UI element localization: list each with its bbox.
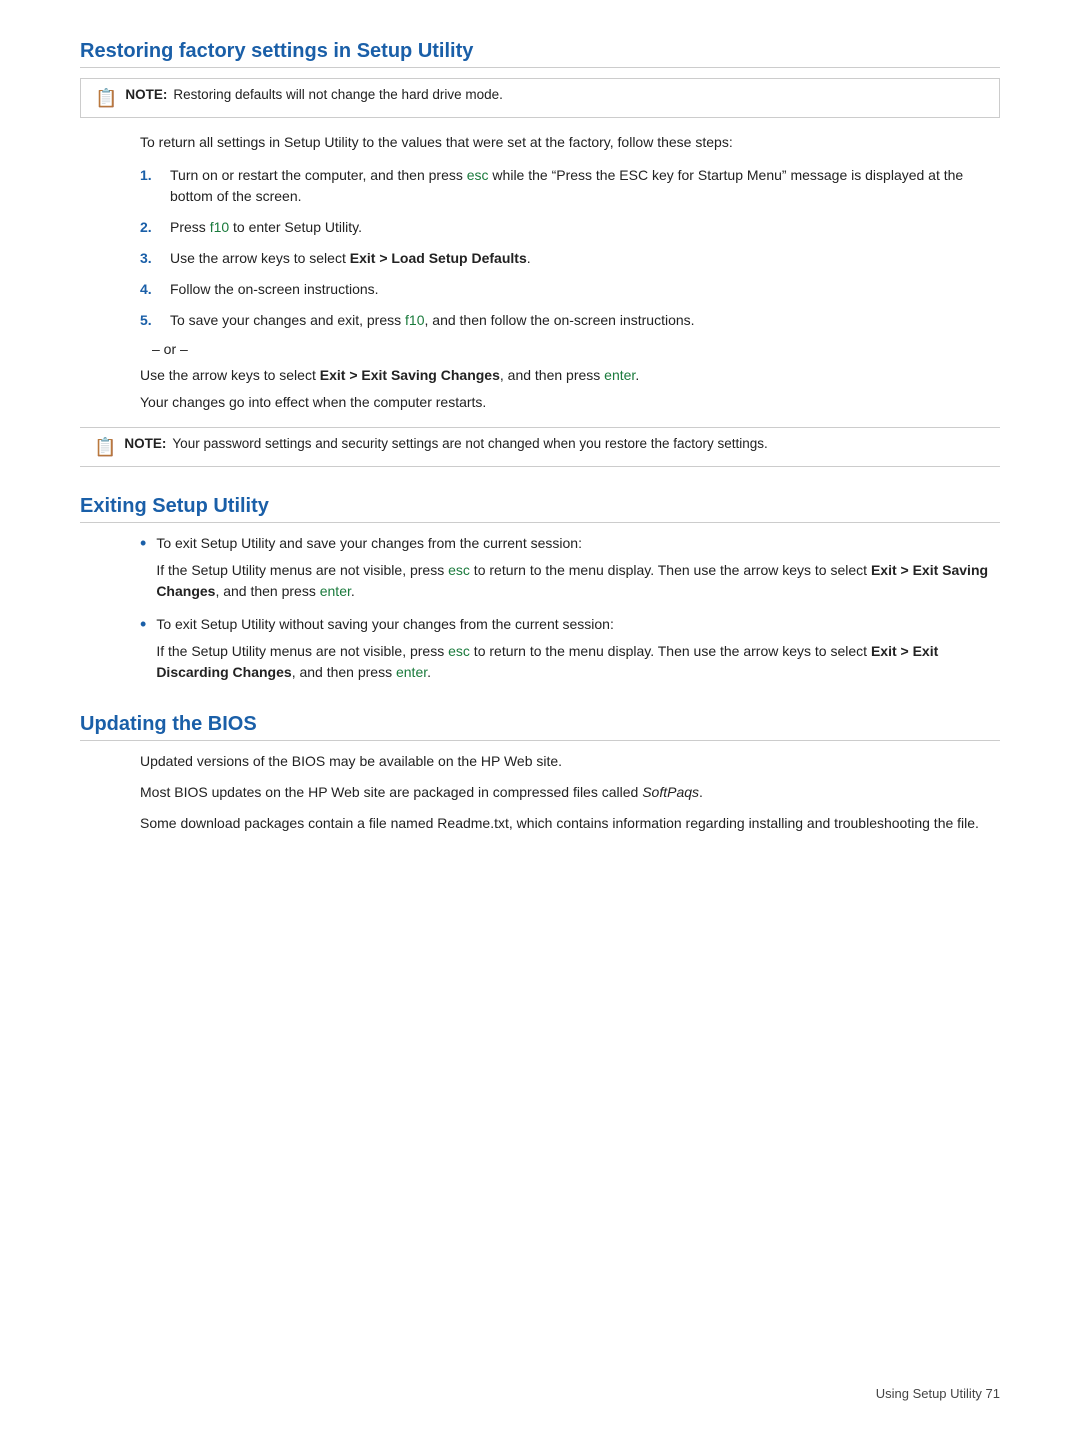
bullet-main-1: To exit Setup Utility and save your chan…: [156, 535, 582, 551]
step-text-3: Use the arrow keys to select Exit > Load…: [170, 248, 531, 269]
enter-link-1[interactable]: enter: [604, 367, 635, 383]
f10-link-1[interactable]: f10: [210, 219, 229, 235]
ordered-list: 1. Turn on or restart the computer, and …: [140, 165, 1000, 331]
bullet-main-2: To exit Setup Utility without saving you…: [156, 616, 614, 632]
esc-link-3[interactable]: esc: [448, 643, 470, 659]
note-text-2: NOTE: Your password settings and security…: [124, 436, 767, 451]
updating-heading: Updating the BIOS: [80, 713, 1000, 741]
bullet-content-1: To exit Setup Utility and save your chan…: [156, 533, 1000, 602]
note-text-1: NOTE: Restoring defaults will not change …: [125, 87, 502, 102]
step-3: 3. Use the arrow keys to select Exit > L…: [140, 248, 1000, 269]
f10-link-2[interactable]: f10: [405, 312, 424, 328]
step-text-5: To save your changes and exit, press f10…: [170, 310, 695, 331]
page-footer: Using Setup Utility 71: [876, 1386, 1000, 1401]
step-num-5: 5.: [140, 310, 158, 331]
note-label-1: NOTE:: [125, 87, 167, 102]
update-para-3: Some download packages contain a file na…: [140, 813, 1000, 834]
step-1: 1. Turn on or restart the computer, and …: [140, 165, 1000, 207]
esc-link-2[interactable]: esc: [448, 562, 470, 578]
step-num-4: 4.: [140, 279, 158, 300]
updating-section: Updating the BIOS Updated versions of th…: [80, 713, 1000, 834]
intro-text: To return all settings in Setup Utility …: [140, 132, 1000, 153]
softpaqs-italic: SoftPaqs: [642, 784, 699, 800]
exiting-heading: Exiting Setup Utility: [80, 495, 1000, 523]
bullet-content-2: To exit Setup Utility without saving you…: [156, 614, 1000, 683]
enter-link-3[interactable]: enter: [396, 664, 427, 680]
bullet-sub-2: If the Setup Utility menus are not visib…: [156, 641, 1000, 683]
step-num-1: 1.: [140, 165, 158, 186]
step-text-2: Press f10 to enter Setup Utility.: [170, 217, 362, 238]
changes-text: Your changes go into effect when the com…: [140, 392, 1000, 413]
bullet-dot-2: •: [140, 614, 146, 636]
restoring-heading: Restoring factory settings in Setup Util…: [80, 40, 1000, 68]
step-num-2: 2.: [140, 217, 158, 238]
update-para-1: Updated versions of the BIOS may be avai…: [140, 751, 1000, 772]
bullet-sub-1: If the Setup Utility menus are not visib…: [156, 560, 1000, 602]
note-box-1: 📋 NOTE: Restoring defaults will not chang…: [80, 78, 1000, 118]
note-icon-2: 📋: [94, 437, 116, 458]
step-4: 4. Follow the on-screen instructions.: [140, 279, 1000, 300]
update-para-2: Most BIOS updates on the HP Web site are…: [140, 782, 1000, 803]
note-content-2: Your password settings and security sett…: [172, 436, 767, 451]
restoring-section: Restoring factory settings in Setup Util…: [80, 40, 1000, 467]
exiting-section: Exiting Setup Utility • To exit Setup Ut…: [80, 495, 1000, 683]
enter-link-2[interactable]: enter: [320, 583, 351, 599]
note-content-1: Restoring defaults will not change the h…: [173, 87, 502, 102]
arrow-keys-text: Use the arrow keys to select Exit > Exit…: [140, 365, 1000, 386]
or-line: – or –: [152, 341, 1000, 357]
step-5: 5. To save your changes and exit, press …: [140, 310, 1000, 331]
step-num-3: 3.: [140, 248, 158, 269]
bullet-dot-1: •: [140, 533, 146, 555]
step-text-1: Turn on or restart the computer, and the…: [170, 165, 1000, 207]
esc-link-1[interactable]: esc: [467, 167, 489, 183]
bullet-list: • To exit Setup Utility and save your ch…: [140, 533, 1000, 683]
bullet-item-2: • To exit Setup Utility without saving y…: [140, 614, 1000, 683]
note-label-2: NOTE:: [124, 436, 166, 451]
note-icon-1: 📋: [95, 88, 117, 109]
step-2: 2. Press f10 to enter Setup Utility.: [140, 217, 1000, 238]
bullet-item-1: • To exit Setup Utility and save your ch…: [140, 533, 1000, 602]
note-box-2: 📋 NOTE: Your password settings and securi…: [80, 427, 1000, 467]
step-text-4: Follow the on-screen instructions.: [170, 279, 379, 300]
